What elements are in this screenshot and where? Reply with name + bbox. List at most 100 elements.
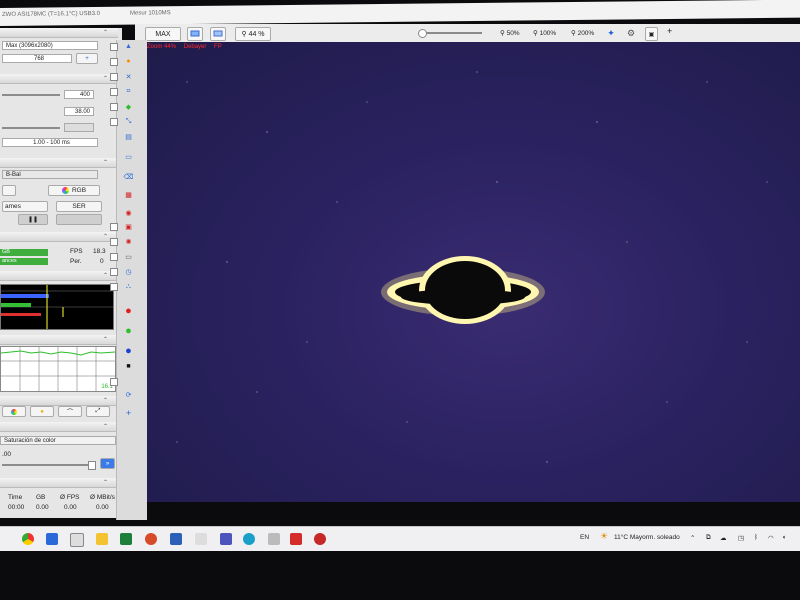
- checkbox[interactable]: [110, 283, 118, 291]
- grid-icon[interactable]: ▦: [124, 190, 133, 199]
- zoom-50-button[interactable]: ⚲ 50%: [500, 29, 520, 37]
- green-dot-icon[interactable]: ●: [124, 325, 133, 337]
- app-icon[interactable]: [268, 533, 280, 545]
- zoom-value-button[interactable]: ⚲ 44 %: [235, 27, 271, 41]
- wifi-icon[interactable]: ◠: [768, 534, 774, 542]
- mode-field[interactable]: B-Bal: [2, 170, 98, 179]
- collapse-icon[interactable]: ⌃: [103, 29, 108, 36]
- calendar-icon[interactable]: [70, 533, 84, 547]
- frames-button[interactable]: ames: [2, 201, 48, 212]
- collapse-icon[interactable]: ⌃: [103, 397, 108, 404]
- histogram[interactable]: [0, 284, 114, 330]
- ser-button[interactable]: SER: [56, 201, 102, 212]
- color-wheel-dropdown[interactable]: [2, 406, 26, 417]
- red-square-icon[interactable]: ▣: [124, 222, 133, 231]
- gain-slider[interactable]: [2, 94, 60, 96]
- plus-icon[interactable]: +: [124, 408, 133, 418]
- collapse-icon[interactable]: ⌃: [103, 423, 108, 430]
- section-header-camera[interactable]: ⌃: [0, 28, 118, 38]
- add-button[interactable]: +: [667, 26, 672, 36]
- section-header-tools[interactable]: ⌃: [0, 396, 118, 406]
- resolution-select[interactable]: Max (3096x2080): [2, 41, 98, 50]
- checkbox[interactable]: [110, 223, 118, 231]
- language-indicator[interactable]: EN: [580, 534, 589, 541]
- exposure-slider[interactable]: [2, 127, 60, 129]
- section-header-controls[interactable]: ⌃: [0, 74, 118, 84]
- zoom-100-button[interactable]: ⚲ 100%: [533, 29, 556, 37]
- checkbox[interactable]: [110, 43, 118, 51]
- section-header-saturation[interactable]: ⌃: [0, 422, 118, 432]
- edge-icon[interactable]: [243, 533, 255, 545]
- runner-icon[interactable]: ✦: [605, 27, 617, 39]
- bluetooth-icon[interactable]: ᛒ: [754, 534, 758, 541]
- line-field[interactable]: 768: [2, 54, 72, 63]
- collapse-icon[interactable]: ⌃: [103, 479, 108, 486]
- gain-field[interactable]: 400: [64, 90, 94, 99]
- crop-icon[interactable]: ⌗: [124, 87, 133, 96]
- checkbox[interactable]: [110, 103, 118, 111]
- checkbox[interactable]: [110, 118, 118, 126]
- display-icon[interactable]: [210, 27, 226, 41]
- collapse-icon[interactable]: ⌃: [103, 159, 108, 166]
- triangle-icon[interactable]: ▲: [124, 42, 133, 51]
- checkbox[interactable]: [110, 73, 118, 81]
- refresh-icon[interactable]: ⟳: [124, 390, 133, 399]
- rgb-button[interactable]: RGB: [48, 185, 100, 196]
- app-tray-icon[interactable]: ◳: [738, 534, 744, 542]
- saturation-slider-knob[interactable]: [88, 461, 96, 470]
- zoom-slider-knob[interactable]: [418, 29, 427, 38]
- checkbox[interactable]: [110, 253, 118, 261]
- shape-dropdown[interactable]: ⌒: [58, 406, 82, 417]
- folder-icon[interactable]: [96, 533, 108, 545]
- zoom-200-button[interactable]: ⚲ 200%: [571, 29, 594, 37]
- max-button[interactable]: MAX: [145, 27, 181, 41]
- capture-app-icon[interactable]: [314, 533, 326, 545]
- checkbox[interactable]: [110, 268, 118, 276]
- network-icon[interactable]: ⧉: [706, 534, 711, 542]
- app-icon[interactable]: [195, 533, 207, 545]
- volume-icon[interactable]: ◖: [782, 534, 786, 541]
- document-icon[interactable]: ▤: [124, 132, 133, 141]
- expand-icon[interactable]: ⤡: [124, 117, 133, 126]
- zoom-slider[interactable]: [418, 29, 482, 38]
- blue-dot-icon[interactable]: ●: [124, 345, 133, 357]
- checkbox[interactable]: [110, 238, 118, 246]
- section-header-color[interactable]: ⌃: [0, 158, 118, 168]
- red-dot-icon[interactable]: ●: [124, 305, 133, 317]
- pause-button[interactable]: ❚❚: [18, 214, 48, 225]
- checkbox[interactable]: [110, 88, 118, 96]
- left-button[interactable]: [2, 185, 16, 196]
- exposure-field[interactable]: 38.00: [64, 107, 94, 116]
- cross-icon[interactable]: ✕: [124, 72, 133, 81]
- forward-button[interactable]: »: [100, 458, 115, 469]
- teams-icon[interactable]: [220, 533, 232, 545]
- excel-icon[interactable]: [120, 533, 132, 545]
- section-header-histogram[interactable]: ⌃: [0, 271, 118, 281]
- saturation-slider[interactable]: [2, 461, 96, 470]
- chrome-icon[interactable]: [22, 533, 34, 545]
- clock-icon[interactable]: ◷: [124, 267, 133, 276]
- gear-icon[interactable]: ⚙: [625, 27, 637, 39]
- collapse-icon[interactable]: ⌃: [103, 336, 108, 343]
- rgb-channels-icon[interactable]: ⛬: [124, 282, 133, 291]
- black-square-icon[interactable]: ■: [124, 362, 133, 371]
- checkbox[interactable]: [110, 58, 118, 66]
- trash-icon[interactable]: ⌫: [124, 172, 134, 181]
- sun-dropdown[interactable]: ●: [30, 406, 54, 417]
- collapse-icon[interactable]: ⌃: [103, 233, 108, 240]
- red-gear-icon[interactable]: ✺: [124, 237, 133, 246]
- add-plus-button[interactable]: +: [76, 53, 98, 64]
- stop-button[interactable]: [56, 214, 102, 225]
- star-icon[interactable]: ◆: [124, 102, 133, 111]
- section-header-stats[interactable]: ⌃: [0, 478, 118, 488]
- rectangle-icon[interactable]: ▭: [124, 252, 133, 261]
- app-icon[interactable]: [46, 533, 58, 545]
- tool-dropdown[interactable]: ⤢: [86, 406, 110, 417]
- collapse-icon[interactable]: ⌃: [103, 75, 108, 82]
- weather-text[interactable]: 11°C Mayorm. soleado: [614, 534, 680, 541]
- chevron-up-icon[interactable]: ⌃: [690, 534, 695, 542]
- checkbox[interactable]: [110, 378, 118, 386]
- monitor-icon[interactable]: [187, 27, 203, 41]
- onedrive-icon[interactable]: ☁: [720, 534, 727, 542]
- word-icon[interactable]: [170, 533, 182, 545]
